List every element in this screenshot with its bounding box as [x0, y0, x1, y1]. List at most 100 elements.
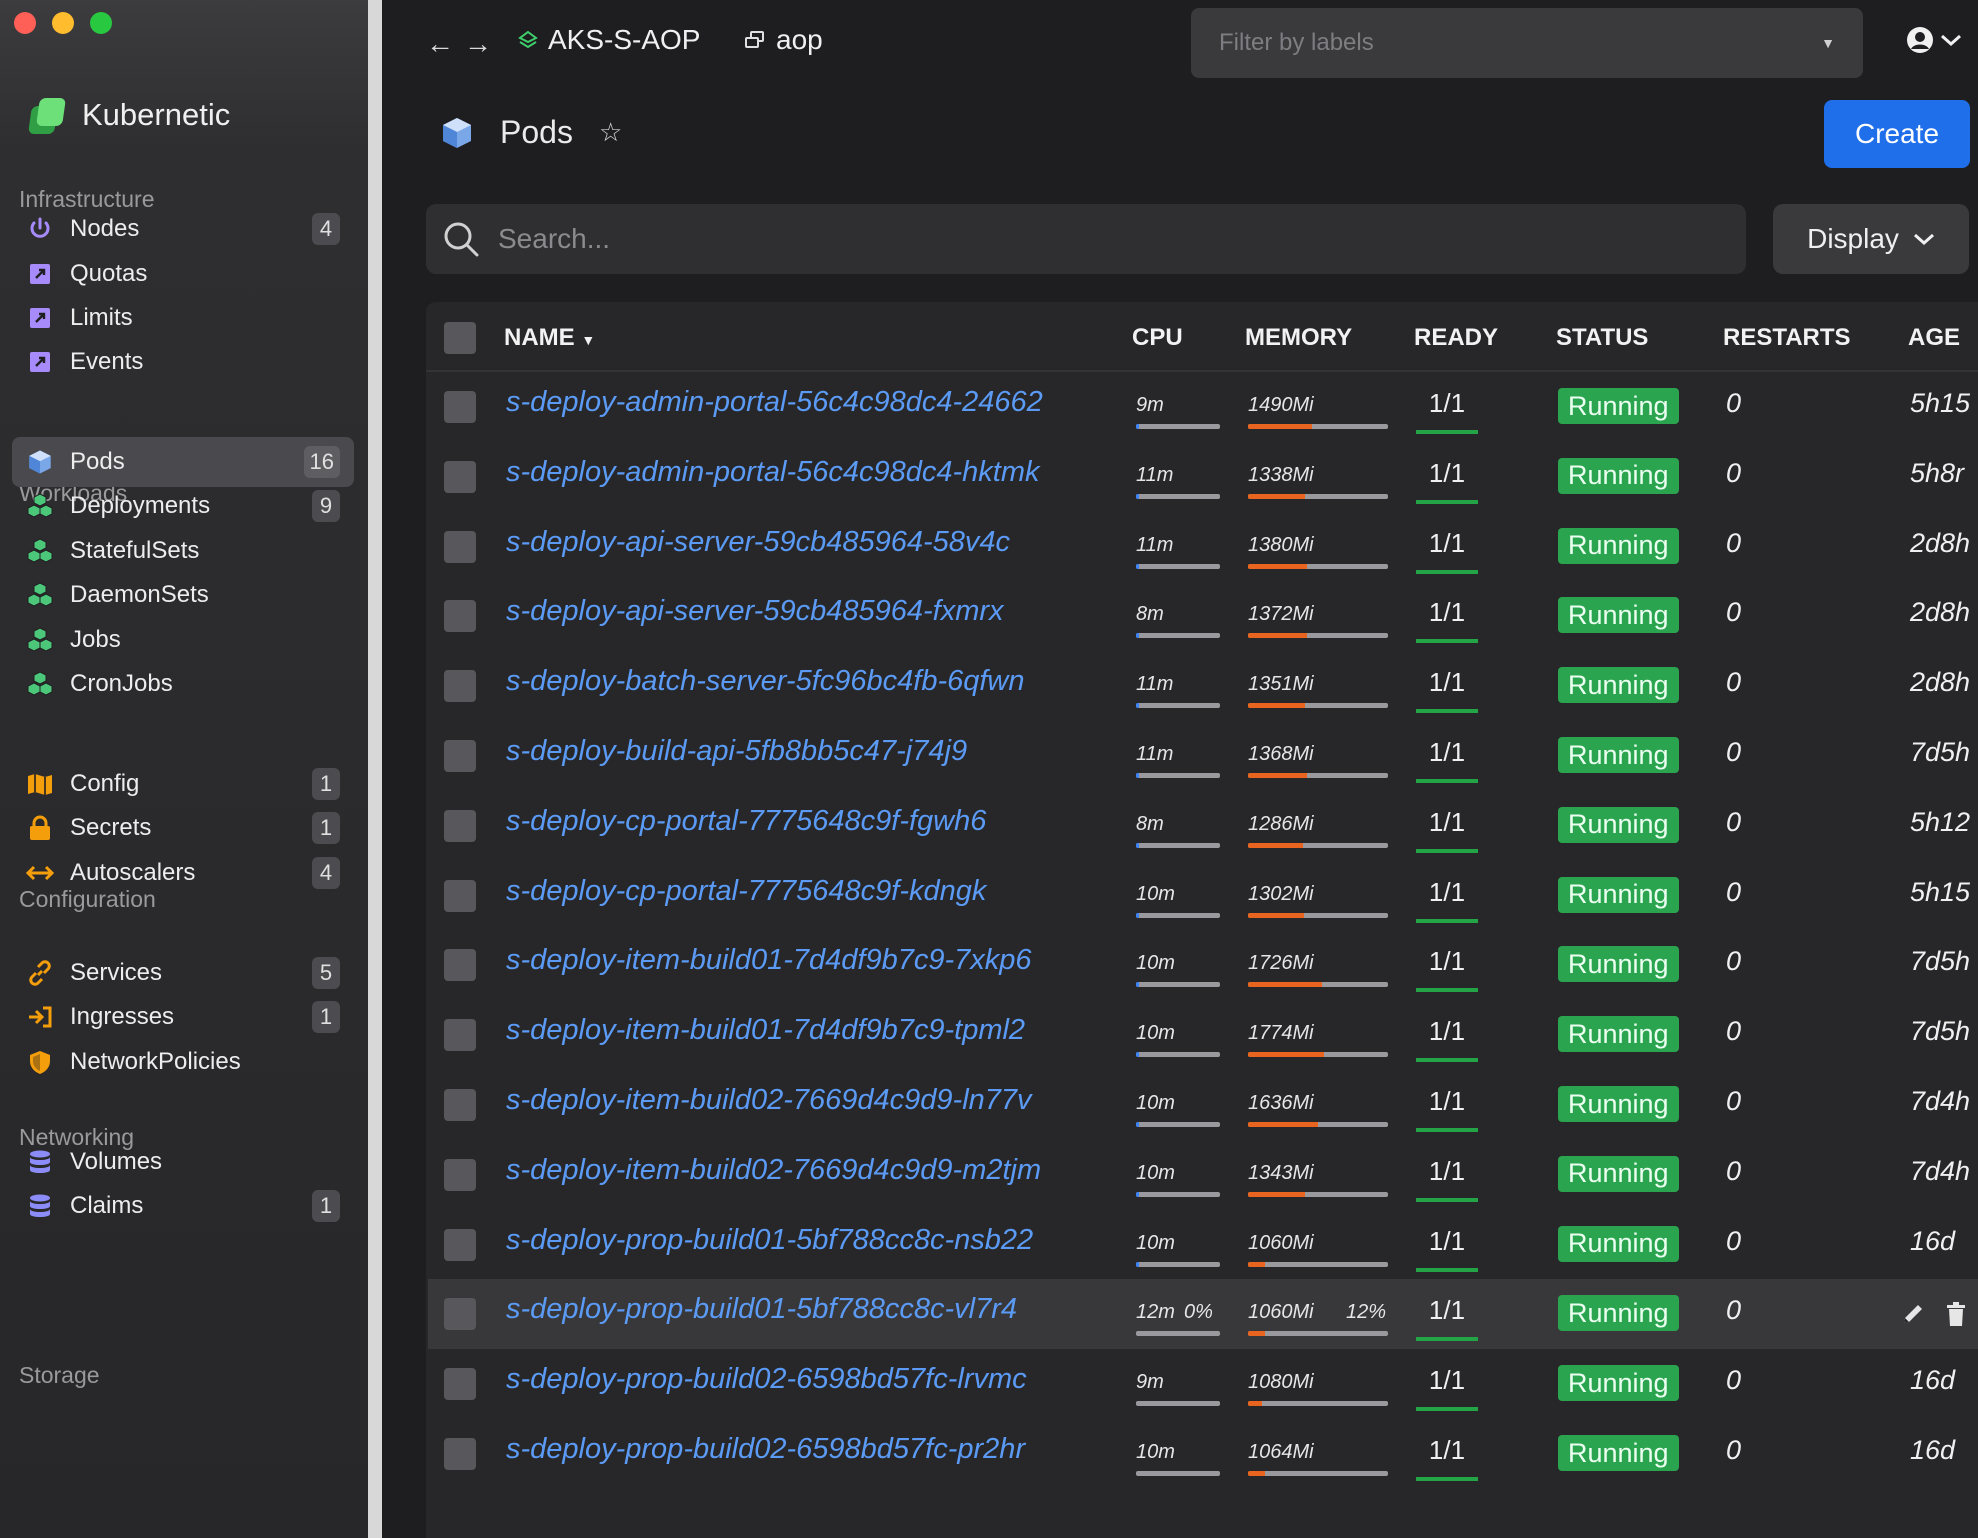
pod-name-link[interactable]: s-deploy-admin-portal-56c4c98dc4-hktmk [506, 456, 1040, 489]
sidebar-item-config[interactable]: Config 1 [12, 759, 354, 809]
pencil-icon[interactable] [1900, 1301, 1926, 1327]
sidebar-resizer[interactable] [368, 0, 398, 1538]
row-checkbox[interactable] [444, 1438, 476, 1470]
table-row[interactable]: s-deploy-admin-portal-56c4c98dc4-hktmk 11… [428, 442, 1978, 512]
sidebar-item-volumes[interactable]: Volumes [12, 1137, 354, 1187]
pod-name-link[interactable]: s-deploy-admin-portal-56c4c98dc4-24662 [506, 386, 1043, 419]
table-row[interactable]: s-deploy-cp-portal-7775648c9f-fgwh6 8m 128… [428, 791, 1978, 861]
pod-name-link[interactable]: s-deploy-prop-build02-6598bd57fc-pr2hr [506, 1433, 1025, 1466]
column-header-status[interactable]: STATUS [1556, 324, 1648, 352]
table-row[interactable]: s-deploy-api-server-59cb485964-58v4c 11m 1… [428, 512, 1978, 582]
cpu-usage-bar [1136, 912, 1220, 918]
minimize-window-button[interactable] [52, 12, 74, 34]
cpu-usage: 11m [1136, 673, 1174, 696]
sidebar-item-services[interactable]: Services 5 [12, 948, 354, 998]
close-window-button[interactable] [14, 12, 36, 34]
namespace-selector[interactable]: aop [744, 24, 823, 56]
sidebar-item-ingresses[interactable]: Ingresses 1 [12, 992, 354, 1042]
external-box-icon [26, 348, 54, 376]
status-badge: Running [1558, 876, 1679, 913]
sidebar-item-daemonsets[interactable]: DaemonSets [12, 570, 354, 620]
column-header-memory[interactable]: MEMORY [1245, 324, 1352, 352]
row-checkbox[interactable] [444, 740, 476, 772]
sidebar-item-jobs[interactable]: Jobs [12, 615, 354, 665]
column-header-restarts[interactable]: RESTARTS [1723, 324, 1851, 352]
pod-name-link[interactable]: s-deploy-build-api-5fb8bb5c47-j74j9 [506, 735, 967, 768]
cpu-usage-bar [1136, 773, 1220, 778]
row-checkbox[interactable] [444, 809, 476, 842]
row-checkbox[interactable] [444, 1228, 476, 1261]
row-checkbox[interactable] [444, 600, 476, 633]
sidebar-item-label: Nodes [70, 215, 140, 242]
star-icon[interactable]: ☆ [599, 117, 622, 148]
pod-name-link[interactable]: s-deploy-item-build02-7669d4c9d9-ln77v [506, 1084, 1032, 1117]
pod-name-link[interactable]: s-deploy-cp-portal-7775648c9f-fgwh6 [506, 805, 986, 838]
table-row[interactable]: s-deploy-item-build02-7669d4c9d9-m2tjm 10… [428, 1140, 1978, 1210]
pod-name-link[interactable]: s-deploy-item-build02-7669d4c9d9-m2tjm [506, 1154, 1041, 1187]
sidebar-item-pods[interactable]: Pods 16 [12, 437, 354, 487]
trash-icon[interactable] [1944, 1301, 1968, 1327]
sidebar-item-cronjobs[interactable]: CronJobs [12, 659, 354, 709]
sidebar-item-statefulsets[interactable]: StatefulSets [12, 526, 354, 576]
table-row[interactable]: s-deploy-api-server-59cb485964-fxmrx 8m 13… [428, 581, 1978, 651]
pod-name-link[interactable]: s-deploy-prop-build02-6598bd57fc-lrvmc [506, 1363, 1027, 1396]
column-header-name[interactable]: NAME ▼ [504, 324, 595, 352]
section-storage: Storage [19, 1362, 100, 1388]
pod-name-link[interactable]: s-deploy-api-server-59cb485964-58v4c [506, 526, 1010, 559]
pod-name-link[interactable]: s-deploy-batch-server-5fc96bc4fb-6qfwn [506, 665, 1025, 698]
select-all-checkbox[interactable] [444, 322, 476, 354]
memory-usage: 1338Mi [1248, 463, 1314, 486]
table-row[interactable]: s-deploy-item-build02-7669d4c9d9-ln77v 10… [428, 1070, 1978, 1140]
pod-name-link[interactable]: s-deploy-item-build01-7d4df9b7c9-tpml2 [506, 1014, 1025, 1047]
pod-name-link[interactable]: s-deploy-cp-portal-7775648c9f-kdngk [506, 875, 986, 908]
sidebar-item-networkpolicies[interactable]: NetworkPolicies [12, 1037, 354, 1087]
pod-name-link[interactable]: s-deploy-api-server-59cb485964-fxmrx [506, 595, 1004, 628]
row-checkbox[interactable] [444, 1158, 476, 1191]
display-button[interactable]: Display [1773, 204, 1969, 274]
label-filter-select[interactable]: Filter by labels ▼ [1191, 8, 1863, 78]
column-header-cpu[interactable]: CPU [1132, 324, 1183, 352]
forward-arrow-icon[interactable]: → [464, 28, 492, 60]
sidebar-item-autoscalers[interactable]: Autoscalers 4 [12, 848, 354, 898]
table-row[interactable]: s-deploy-prop-build01-5bf788cc8c-vl7r4 12… [428, 1279, 1978, 1350]
sidebar-item-deployments[interactable]: Deployments 9 [12, 481, 354, 531]
sidebar-item-quotas[interactable]: Quotas [12, 249, 354, 299]
table-row[interactable]: s-deploy-item-build01-7d4df9b7c9-7xkp6 10… [428, 930, 1978, 1000]
table-row[interactable]: s-deploy-batch-server-5fc96bc4fb-6qfwn 11… [428, 651, 1978, 721]
table-row[interactable]: s-deploy-prop-build02-6598bd57fc-pr2hr 10… [428, 1419, 1978, 1489]
pod-name-link[interactable]: s-deploy-prop-build01-5bf788cc8c-nsb22 [506, 1224, 1033, 1257]
row-checkbox[interactable] [444, 1089, 476, 1121]
memory-usage: 1726Mi [1248, 952, 1314, 975]
sidebar-item-claims[interactable]: Claims 1 [12, 1181, 354, 1231]
pod-name-link[interactable]: s-deploy-item-build01-7d4df9b7c9-7xkp6 [506, 944, 1032, 977]
row-checkbox[interactable] [444, 1368, 476, 1401]
row-checkbox[interactable] [444, 949, 476, 982]
pod-name-link[interactable]: s-deploy-prop-build01-5bf788cc8c-vl7r4 [506, 1293, 1017, 1326]
cluster-selector[interactable]: AKS-S-AOP [518, 24, 700, 56]
sidebar-item-secrets[interactable]: Secrets 1 [12, 803, 354, 853]
sidebar-item-nodes[interactable]: Nodes 4 [12, 204, 354, 254]
back-arrow-icon[interactable]: ← [426, 28, 454, 60]
table-row[interactable]: s-deploy-cp-portal-7775648c9f-kdngk 10m 13… [428, 861, 1978, 931]
memory-usage-bar [1248, 1401, 1388, 1407]
row-checkbox[interactable] [444, 1019, 476, 1052]
row-checkbox[interactable] [444, 391, 476, 423]
column-header-age[interactable]: AGE [1908, 324, 1960, 352]
row-checkbox[interactable] [444, 670, 476, 703]
row-checkbox[interactable] [444, 879, 476, 912]
sidebar-item-events[interactable]: Events [12, 337, 354, 387]
row-checkbox[interactable] [444, 460, 476, 493]
account-menu[interactable] [1906, 26, 1962, 54]
row-checkbox[interactable] [444, 1298, 476, 1331]
table-row[interactable]: s-deploy-prop-build01-5bf788cc8c-nsb22 10… [428, 1210, 1978, 1280]
table-row[interactable]: s-deploy-admin-portal-56c4c98dc4-24662 9m… [428, 372, 1978, 442]
create-button[interactable]: Create [1824, 100, 1970, 168]
maximize-window-button[interactable] [90, 12, 112, 34]
row-checkbox[interactable] [444, 530, 476, 563]
sidebar-item-limits[interactable]: Limits [12, 293, 354, 343]
table-row[interactable]: s-deploy-build-api-5fb8bb5c47-j74j9 11m 13… [428, 721, 1978, 791]
search-input[interactable] [496, 222, 1700, 256]
table-row[interactable]: s-deploy-prop-build02-6598bd57fc-lrvmc 9m… [428, 1349, 1978, 1419]
table-row[interactable]: s-deploy-item-build01-7d4df9b7c9-tpml2 10… [428, 1000, 1978, 1070]
column-header-ready[interactable]: READY [1414, 324, 1498, 352]
